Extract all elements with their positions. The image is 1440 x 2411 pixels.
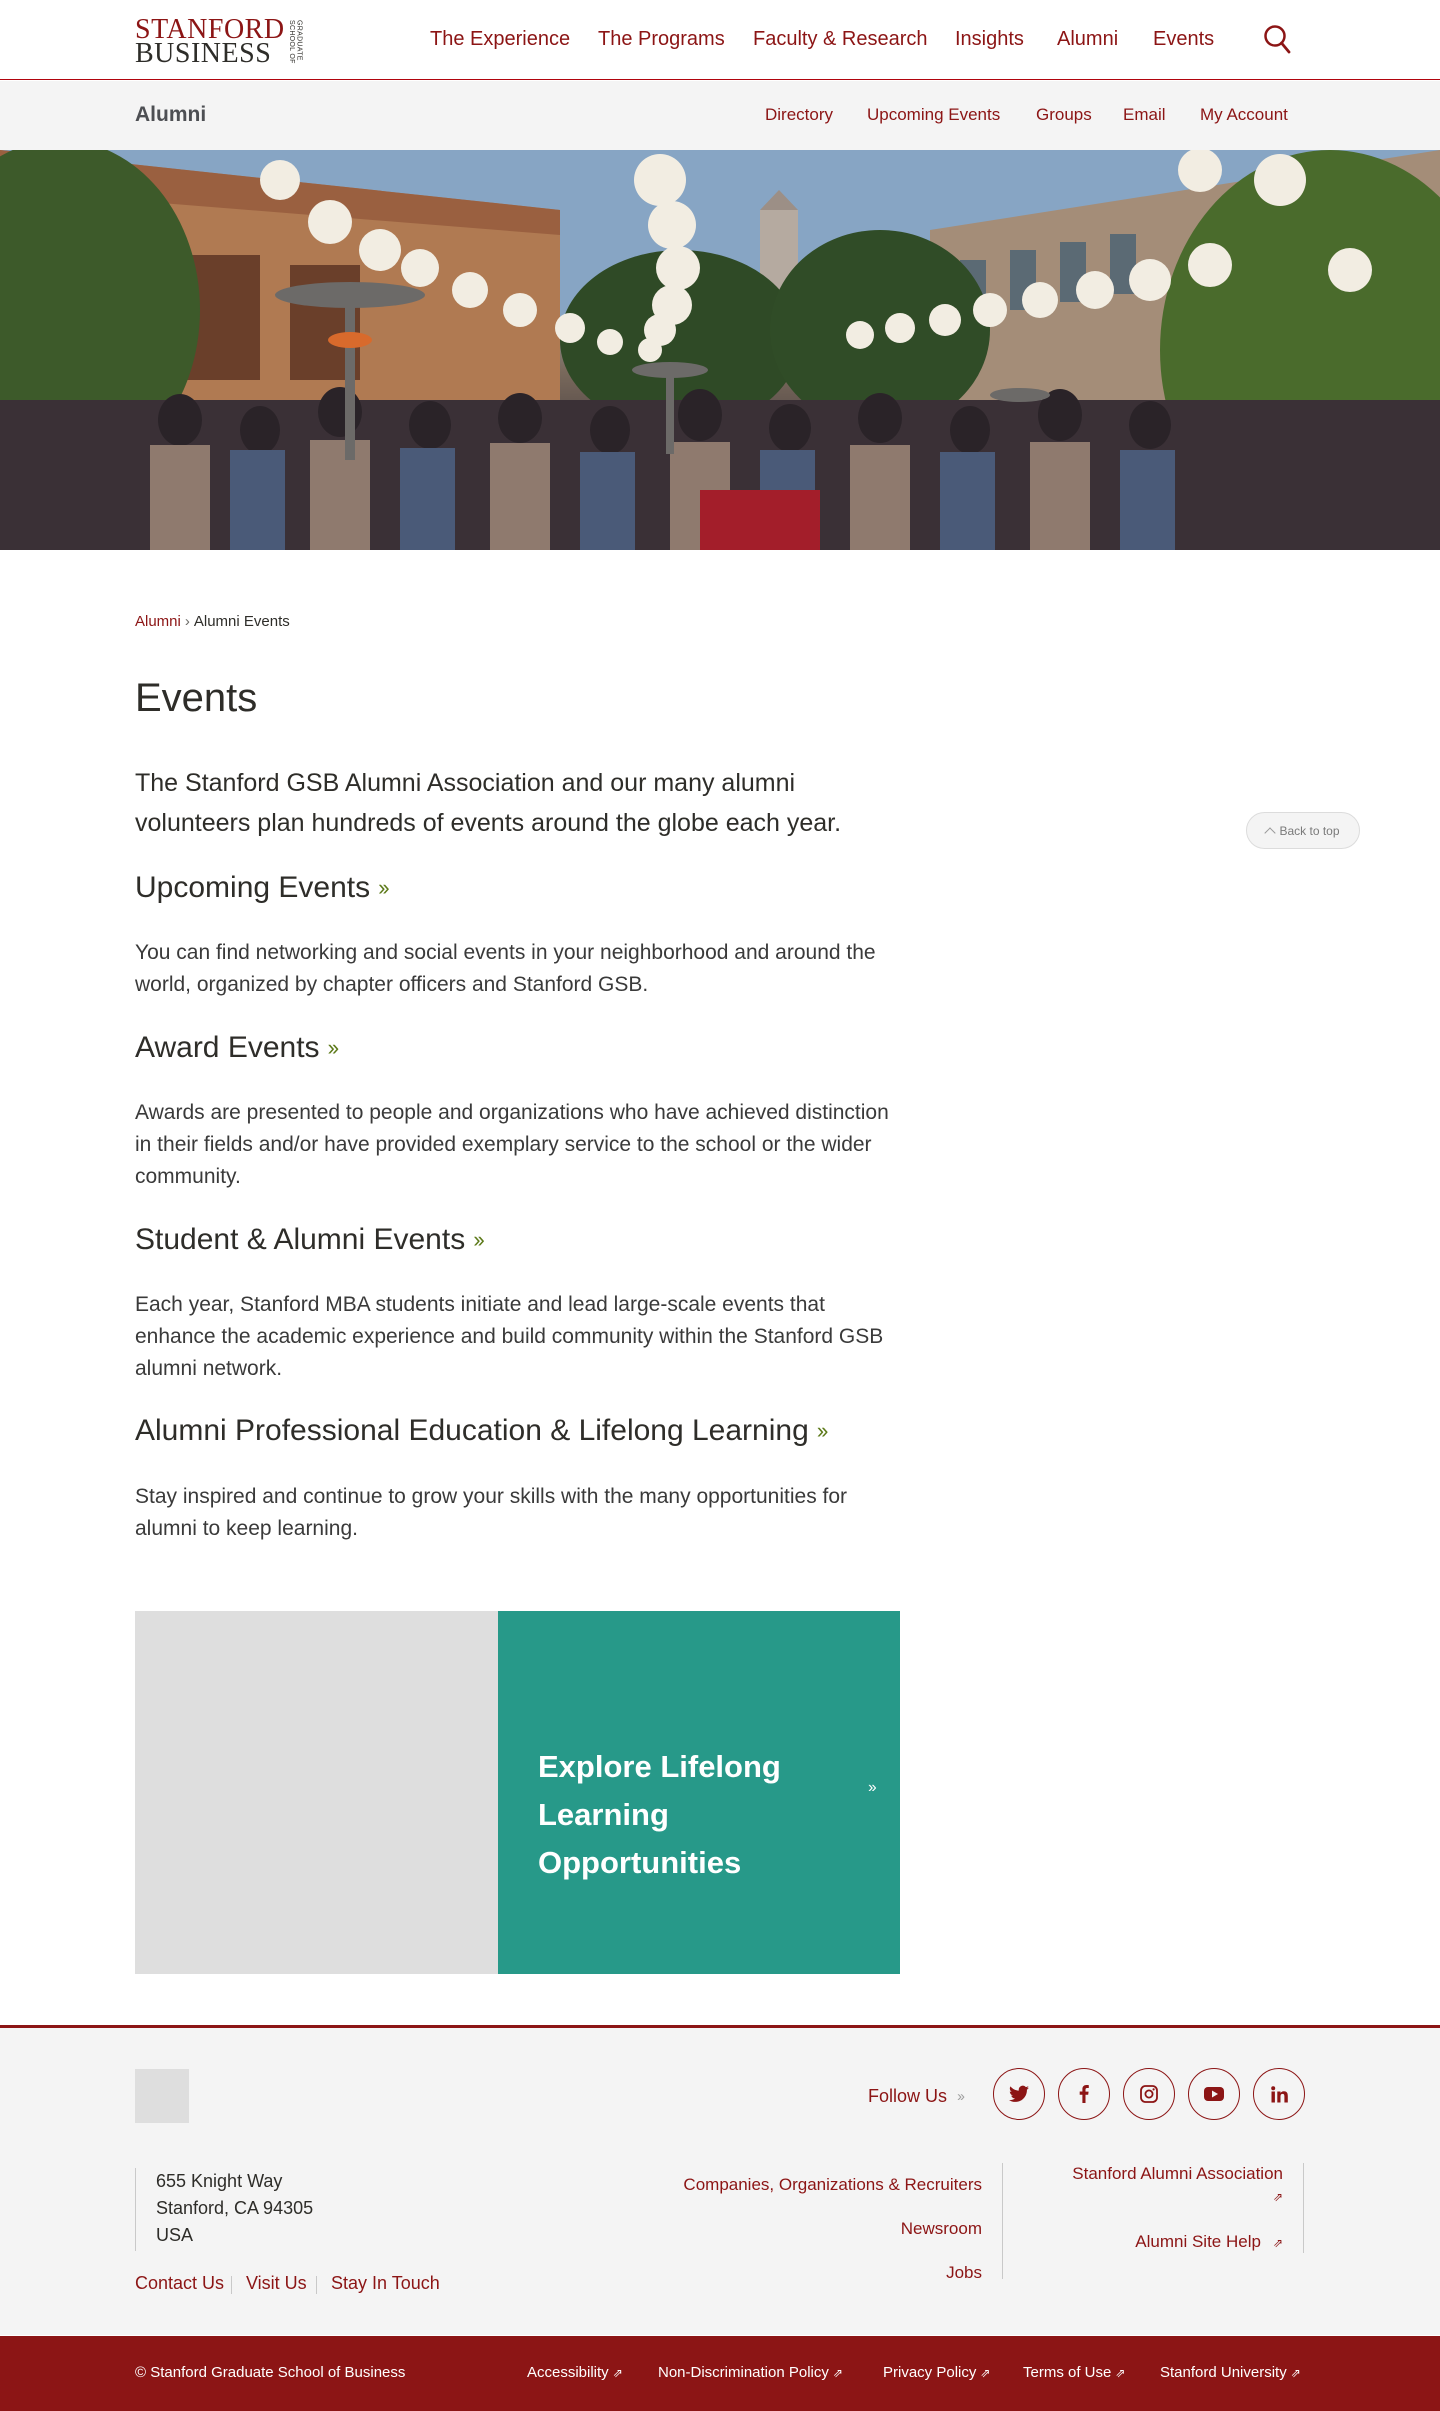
chevron-right-icon: ››: [868, 1779, 877, 1796]
facebook-icon[interactable]: [1058, 2068, 1110, 2120]
link-stanford-university[interactable]: Stanford University ⇗: [1160, 2364, 1301, 2381]
linkedin-icon[interactable]: [1253, 2068, 1305, 2120]
heading-upcoming-events-label: Upcoming Events: [135, 871, 371, 904]
main-nav: The Experience The Programs Faculty & Re…: [0, 28, 1440, 58]
address-line-3: USA: [156, 2225, 194, 2245]
nav-the-programs[interactable]: The Programs: [598, 28, 725, 51]
text-student-alumni-events: Each year, Stanford MBA students initiat…: [135, 1293, 884, 1380]
external-link-icon: ⇗: [1115, 2366, 1126, 2380]
address-line-2: Stanford, CA 94305: [156, 2198, 314, 2218]
external-link-icon: ⇗: [612, 2366, 623, 2380]
breadcrumb-current: Alumni Events: [193, 613, 290, 630]
link-stanford-alumni-association[interactable]: Stanford Alumni Association ⇗: [1024, 2163, 1283, 2208]
link-privacy-policy[interactable]: Privacy Policy ⇗: [883, 2364, 990, 2381]
text-upcoming-events: You can find networking and social event…: [135, 941, 876, 996]
bottom-bar: © Stanford Graduate School of Business A…: [0, 2336, 1440, 2411]
breadcrumb-separator: ›: [184, 613, 190, 630]
link-visit-us[interactable]: Visit Us: [246, 2273, 307, 2294]
subnav-email[interactable]: Email: [1123, 105, 1166, 125]
top-header: STANFORD BUSINESS GRADUATE SCHOOL OF The…: [0, 0, 1440, 80]
link-privacy-policy-label: Privacy Policy: [883, 2364, 977, 2381]
nav-events[interactable]: Events: [1153, 28, 1214, 51]
link-accessibility[interactable]: Accessibility ⇗: [527, 2364, 623, 2381]
subnav-upcoming-events[interactable]: Upcoming Events: [867, 105, 1000, 125]
nav-insights[interactable]: Insights: [955, 28, 1024, 51]
breadcrumb-alumni[interactable]: Alumni: [135, 613, 181, 630]
subnav-groups[interactable]: Groups: [1036, 105, 1092, 125]
link-non-discrimination[interactable]: Non-Discrimination Policy ⇗: [658, 2364, 843, 2381]
lifelong-learning-promo[interactable]: Explore Lifelong Learning Opportunities …: [135, 1611, 900, 1974]
external-link-icon: ⇗: [1272, 2190, 1283, 2204]
chevron-right-icon: ››: [816, 1418, 829, 1443]
address-line-1: 655 Knight Way: [156, 2171, 283, 2191]
instagram-icon[interactable]: [1123, 2068, 1175, 2120]
external-link-icon: ⇗: [980, 2366, 991, 2380]
text-lifelong-learning: Stay inspired and continue to grow your …: [135, 1485, 848, 1540]
chevron-up-icon: [1264, 826, 1277, 839]
intro-text: The Stanford GSB Alumni Association and …: [135, 769, 842, 837]
heading-lifelong-learning[interactable]: Alumni Professional Education & Lifelong…: [135, 1414, 829, 1448]
subnav-my-account[interactable]: My Account: [1200, 105, 1288, 125]
heading-award-events-label: Award Events: [135, 1031, 320, 1064]
link-companies-recruiters[interactable]: Companies, Organizations & Recruiters: [683, 2163, 982, 2207]
link-stanford-university-label: Stanford University: [1160, 2364, 1287, 2381]
link-alumni-site-help-label: Alumni Site Help: [1135, 2232, 1261, 2251]
follow-us: Follow Us ››: [868, 2086, 965, 2107]
footer-mid-links: Companies, Organizations & Recruiters Ne…: [683, 2163, 1003, 2282]
link-stay-in-touch[interactable]: Stay In Touch: [331, 2273, 440, 2294]
external-link-icon: ⇗: [1290, 2366, 1301, 2380]
heading-student-alumni-events[interactable]: Student & Alumni Events ››: [135, 1223, 485, 1257]
nav-the-experience[interactable]: The Experience: [430, 28, 570, 51]
footer-right-links: Stanford Alumni Association ⇗ Alumni Site…: [1024, 2163, 1304, 2253]
link-terms-of-use[interactable]: Terms of Use ⇗: [1023, 2364, 1125, 2381]
subnav-directory[interactable]: Directory: [765, 105, 833, 125]
alumni-subheader: Alumni Directory Upcoming Events Groups …: [0, 81, 1440, 150]
chevron-right-icon: ››: [473, 1227, 485, 1252]
youtube-icon[interactable]: [1188, 2068, 1240, 2120]
chevron-right-icon: ››: [327, 1035, 340, 1060]
link-jobs[interactable]: Jobs: [683, 2251, 982, 2295]
footer-address: 655 Knight Way Stanford, CA 94305 USA: [135, 2168, 313, 2251]
text-award-events: Awards are presented to people and organ…: [135, 1101, 889, 1188]
heading-student-alumni-events-label: Student & Alumni Events: [135, 1223, 466, 1256]
hero-image-alumni-party: [0, 150, 1440, 550]
link-accessibility-label: Accessibility: [527, 2364, 609, 2381]
nav-alumni[interactable]: Alumni: [1057, 28, 1118, 51]
nav-faculty-research[interactable]: Faculty & Research: [753, 28, 928, 51]
back-to-top-label: Back to top: [1279, 823, 1340, 838]
link-divider: [231, 2276, 232, 2294]
link-terms-of-use-label: Terms of Use: [1023, 2364, 1112, 2381]
heading-award-events[interactable]: Award Events ››: [135, 1031, 340, 1065]
page-title: Events: [135, 676, 258, 720]
subheader-title[interactable]: Alumni: [135, 103, 206, 127]
link-alumni-site-help[interactable]: Alumni Site Help ⇗: [1024, 2231, 1283, 2254]
twitter-icon[interactable]: [993, 2068, 1045, 2120]
footer-logo-placeholder[interactable]: [135, 2069, 189, 2123]
heading-upcoming-events[interactable]: Upcoming Events ››: [135, 871, 390, 905]
link-stanford-alumni-association-label: Stanford Alumni Association: [1072, 2164, 1283, 2183]
external-link-icon: ⇗: [1272, 2236, 1283, 2250]
link-contact-us[interactable]: Contact Us: [135, 2273, 224, 2294]
search-icon[interactable]: [1262, 24, 1292, 56]
copyright: © Stanford Graduate School of Business: [135, 2364, 406, 2381]
link-divider: [316, 2276, 317, 2294]
external-link-icon: ⇗: [832, 2366, 843, 2380]
promo-text: Explore Lifelong Learning Opportunities: [538, 1749, 781, 1880]
link-non-discrimination-label: Non-Discrimination Policy: [658, 2364, 829, 2381]
link-newsroom[interactable]: Newsroom: [683, 2207, 982, 2251]
promo-image-placeholder: [135, 1611, 498, 1974]
back-to-top-button[interactable]: Back to top: [1246, 812, 1360, 849]
follow-us-label: Follow Us: [868, 2086, 948, 2106]
promo-panel: Explore Lifelong Learning Opportunities …: [498, 1611, 900, 1974]
chevron-right-icon: ››: [378, 875, 390, 900]
heading-lifelong-learning-label: Alumni Professional Education & Lifelong…: [135, 1414, 809, 1447]
breadcrumb: Alumni › Alumni Events: [135, 613, 290, 630]
chevron-right-icon: ››: [957, 2088, 965, 2105]
